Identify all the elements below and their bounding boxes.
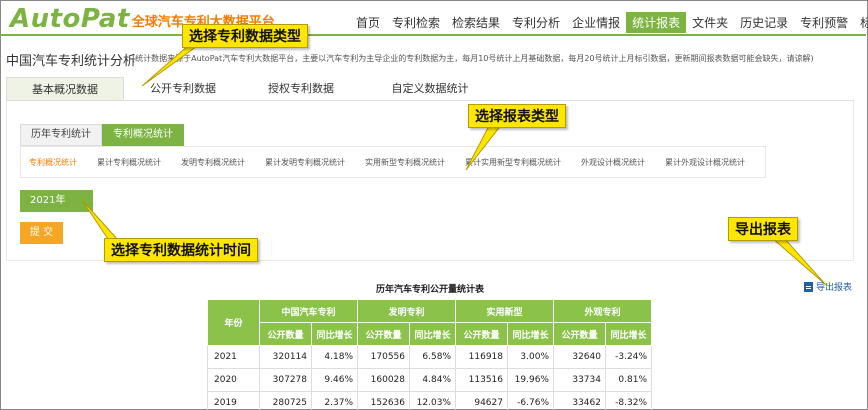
header-year: 年份	[207, 299, 260, 346]
header-group-utility: 实用新型	[455, 299, 554, 323]
subheader-growth: 同比增长	[409, 322, 456, 346]
cell-value: 33462	[553, 391, 606, 410]
cell-value: 307278	[259, 368, 312, 392]
subheader-growth: 同比增长	[507, 322, 554, 346]
cell-value: -8.32%	[605, 391, 652, 410]
cell-value: 19.96%	[507, 368, 554, 392]
table-row: 2021 320114 4.18% 170556 6.58% 116918 3.…	[207, 345, 652, 369]
arrow-export	[770, 237, 827, 286]
cell-value: 4.18%	[311, 345, 358, 369]
subheader-count: 公开数量	[357, 322, 410, 346]
subheader-count: 公开数量	[455, 322, 508, 346]
subheader-growth: 同比增长	[311, 322, 358, 346]
callout-select-data-type: 选择专利数据类型	[182, 24, 308, 48]
cell-value: 160028	[357, 368, 410, 392]
cell-value: 280725	[259, 391, 312, 410]
cell-value: 32640	[553, 345, 606, 369]
cell-value: 33734	[553, 368, 606, 392]
cell-value: 2.37%	[311, 391, 358, 410]
header-group-invention: 发明专利	[357, 299, 456, 323]
cell-value: 12.03%	[409, 391, 456, 410]
cell-value: 320114	[259, 345, 312, 369]
subheader-count: 公开数量	[259, 322, 312, 346]
subheader-growth: 同比增长	[605, 322, 652, 346]
cell-value: 9.46%	[311, 368, 358, 392]
cell-year: 2020	[207, 368, 260, 392]
cell-year: 2019	[207, 391, 260, 410]
header-group-china-auto: 中国汽车专利	[259, 299, 358, 323]
callout-export-report: 导出报表	[728, 217, 798, 241]
cell-value: 3.00%	[507, 345, 554, 369]
cell-value: -6.76%	[507, 391, 554, 410]
cell-value: 116918	[455, 345, 508, 369]
cell-year: 2021	[207, 345, 260, 369]
table-row: 2020 307278 9.46% 160028 4.84% 113516 19…	[207, 368, 652, 392]
cell-value: 4.84%	[409, 368, 456, 392]
callout-select-time: 选择专利数据统计时间	[104, 238, 258, 262]
cell-value: 170556	[357, 345, 410, 369]
callout-select-report-type: 选择报表类型	[468, 104, 566, 128]
arrow-data-type	[141, 43, 202, 87]
cell-value: 94627	[455, 391, 508, 410]
subheader-count: 公开数量	[553, 322, 606, 346]
cell-value: 6.58%	[409, 345, 456, 369]
header-group-design: 外观专利	[553, 299, 652, 323]
cell-value: 152636	[357, 391, 410, 410]
table-title: 历年汽车专利公开量统计表	[375, 285, 484, 295]
cell-value: 113516	[455, 368, 508, 392]
cell-value: 0.81%	[605, 368, 652, 392]
cell-value: -3.24%	[605, 345, 652, 369]
statistics-table: 年份 中国汽车专利 发明专利 实用新型 外观专利 公开数量 同比增长 公开数量 …	[207, 299, 652, 410]
arrow-report-type	[465, 123, 504, 171]
table-row: 2019 280725 2.37% 152636 12.03% 94627 -6…	[207, 391, 652, 410]
